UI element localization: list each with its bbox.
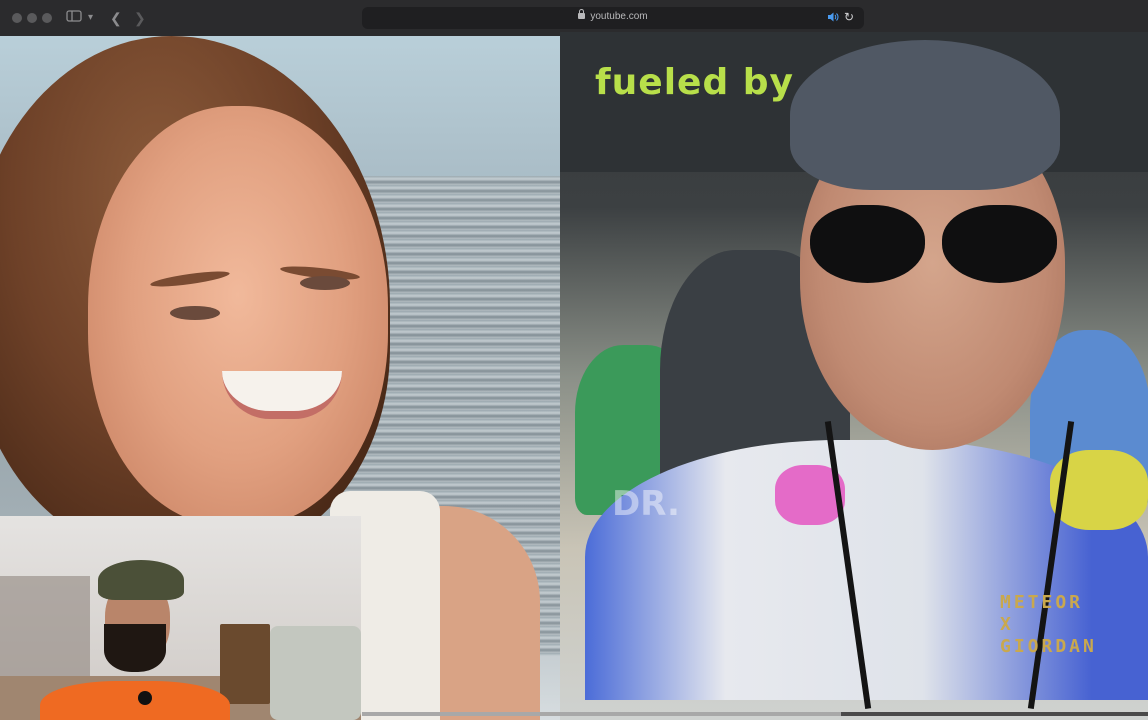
webcam-person-beard — [104, 624, 166, 672]
sunglasses-icon — [810, 205, 1060, 285]
reload-icon[interactable]: ↻ — [844, 10, 854, 24]
webcam-person-shirt — [40, 681, 230, 720]
webcam-overlay — [0, 516, 361, 720]
woman-face — [88, 106, 388, 526]
webcam-dresser — [220, 624, 270, 704]
cyclist-cap — [790, 40, 1060, 190]
watermark: DR. — [612, 484, 680, 524]
speaker-icon[interactable] — [827, 11, 839, 23]
url-display: youtube.com — [362, 9, 864, 22]
woman-eye-right — [300, 276, 350, 290]
woman-eye-left — [170, 306, 220, 320]
url-text: youtube.com — [590, 11, 648, 22]
zoom-window-icon[interactable] — [42, 13, 52, 23]
close-window-icon[interactable] — [12, 13, 22, 23]
microphone-icon — [138, 691, 152, 705]
address-bar[interactable]: youtube.com ↻ — [362, 7, 864, 29]
chevron-down-icon[interactable]: ▾ — [88, 9, 93, 27]
video-progress-bar[interactable] — [362, 712, 1148, 716]
back-icon[interactable]: ❮ — [110, 9, 122, 27]
sidebar-icon[interactable] — [66, 9, 82, 27]
lock-icon — [578, 9, 586, 19]
webcam-person-hat — [98, 560, 184, 600]
video-progress-fill — [362, 712, 842, 716]
forward-icon[interactable]: ❯ — [134, 9, 146, 27]
tent-text: fueled by — [595, 62, 795, 103]
minimize-window-icon[interactable] — [27, 13, 37, 23]
webcam-bed — [270, 626, 361, 720]
jersey-text: METEOR X GIORDAN — [1000, 592, 1097, 657]
